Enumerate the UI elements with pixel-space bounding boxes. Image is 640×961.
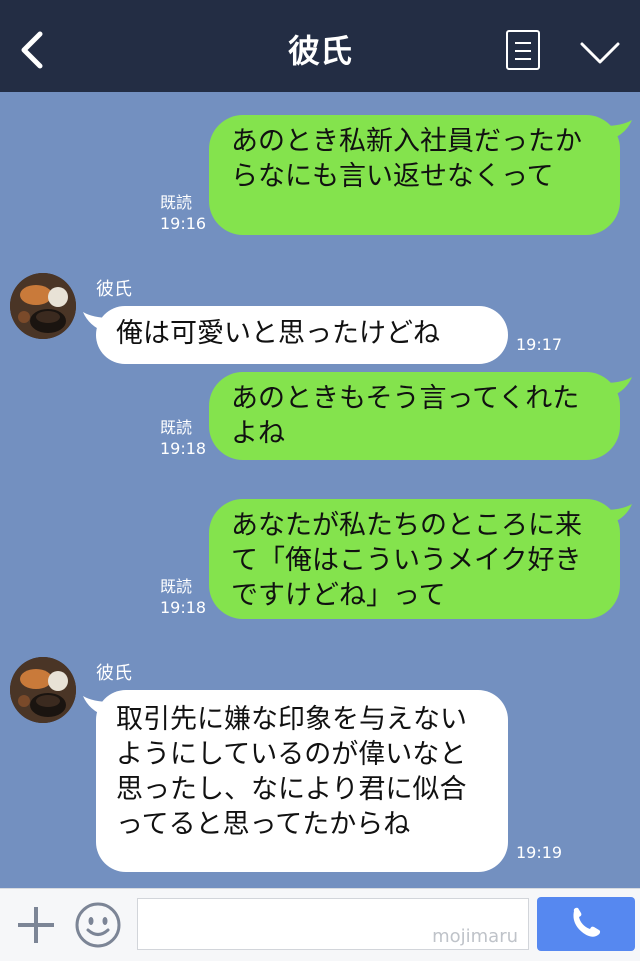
message-status: 既読 19:16 (160, 192, 206, 234)
chat-title: 彼氏 (287, 32, 352, 70)
watermark: mojimaru (432, 926, 518, 947)
message-time: 19:16 (160, 214, 207, 233)
received-message-bubble[interactable]: 俺は可愛いと思ったけどね (96, 306, 508, 364)
message-time: 19:18 (160, 439, 207, 458)
avatar[interactable] (10, 273, 76, 339)
phone-icon (573, 907, 601, 937)
message-status: 既読 19:18 (160, 417, 206, 459)
message-text: あなたが私たちのところに来て「俺はこういうメイク好きですけどね」って (231, 510, 582, 611)
sent-message-bubble[interactable]: あのときもそう言ってくれたよね (209, 372, 620, 460)
bubble-tail (604, 504, 632, 524)
read-receipt: 既読 (160, 193, 193, 212)
bubble-tail (604, 120, 632, 140)
plus-icon[interactable] (16, 905, 56, 945)
sent-message-bubble[interactable]: あのとき私新入社員だったからなにも言い返せなくって (209, 115, 620, 235)
message-time: 19:18 (160, 598, 207, 617)
chevron-down-icon[interactable] (580, 40, 620, 66)
received-message-bubble[interactable]: 取引先に嫌な印象を与えないようにしているのが偉いなと思ったし、なにより君に似合っ… (96, 690, 508, 872)
read-receipt: 既読 (160, 577, 193, 596)
menu-icon[interactable] (506, 30, 540, 70)
message-input[interactable]: mojimaru (137, 898, 529, 950)
call-button[interactable] (537, 897, 635, 951)
chat-header: 彼氏 (0, 0, 640, 92)
sender-name: 彼氏 (96, 279, 132, 300)
message-text: あのとき私新入社員だったからなにも言い返せなくって (231, 126, 582, 192)
message-input-bar: mojimaru (0, 888, 640, 961)
message-status: 既読 19:18 (160, 576, 206, 618)
emoji-icon[interactable] (74, 901, 122, 949)
message-text: 俺は可愛いと思ったけどね (116, 318, 440, 349)
message-time: 19:19 (516, 843, 563, 862)
bubble-tail (604, 377, 632, 397)
read-receipt: 既読 (160, 418, 193, 437)
message-text: 取引先に嫌な印象を与えないようにしているのが偉いなと思ったし、なにより君に似合っ… (116, 704, 467, 840)
avatar[interactable] (10, 657, 76, 723)
message-text: あのときもそう言ってくれたよね (231, 383, 580, 449)
sender-name: 彼氏 (96, 663, 132, 684)
message-time: 19:17 (516, 335, 563, 354)
sent-message-bubble[interactable]: あなたが私たちのところに来て「俺はこういうメイク好きですけどね」って (209, 499, 620, 619)
